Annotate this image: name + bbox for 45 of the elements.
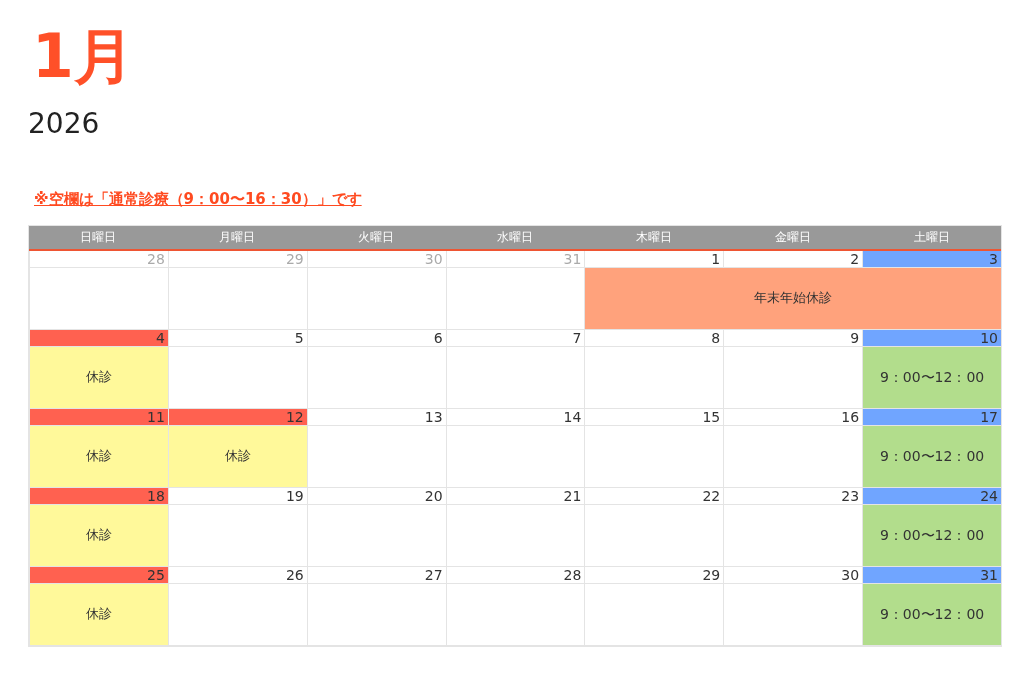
day-number: 28 bbox=[445, 566, 585, 584]
event-cell: 9：00〜12：00 bbox=[862, 425, 1001, 488]
day-number: 30 bbox=[306, 250, 446, 268]
day-number: 21 bbox=[445, 487, 585, 505]
day-number: 5 bbox=[167, 329, 307, 347]
day-number: 14 bbox=[445, 408, 585, 426]
day-number: 8 bbox=[584, 329, 724, 347]
day-number: 27 bbox=[306, 566, 446, 584]
month-title: 1月 bbox=[32, 26, 134, 86]
day-number: 16 bbox=[723, 408, 863, 426]
weekday-label: 月曜日 bbox=[218, 228, 257, 246]
weekday-label: 日曜日 bbox=[79, 228, 118, 246]
day-number: 22 bbox=[584, 487, 724, 505]
day-number: 19 bbox=[167, 487, 307, 505]
event-cell: 9：00〜12：00 bbox=[862, 346, 1001, 409]
day-number: 15 bbox=[584, 408, 724, 426]
weekday-label: 水曜日 bbox=[496, 228, 534, 246]
day-number: 28 bbox=[29, 250, 168, 268]
weekday-label: 火曜日 bbox=[357, 228, 396, 246]
day-number: 7 bbox=[445, 329, 585, 347]
day-number: 26 bbox=[167, 566, 307, 584]
day-number: 20 bbox=[306, 487, 446, 505]
day-number: 30 bbox=[723, 566, 863, 584]
day-number: 29 bbox=[167, 250, 307, 268]
event-cell: 休診 bbox=[29, 425, 168, 488]
day-number: 9 bbox=[723, 329, 863, 347]
day-number: 23 bbox=[723, 487, 863, 505]
event-cell: 休診 bbox=[29, 504, 168, 567]
year-title: 2026 bbox=[28, 110, 100, 138]
event-cell: 9：00〜12：00 bbox=[862, 504, 1001, 567]
day-number: 2 bbox=[723, 250, 863, 268]
event-cell: 9：00〜12：00 bbox=[862, 583, 1001, 646]
day-number: 6 bbox=[306, 329, 446, 347]
event-cell: 年末年始休診 bbox=[584, 267, 1001, 330]
event-cell: 休診 bbox=[29, 583, 168, 646]
day-number: 13 bbox=[306, 408, 446, 426]
day-number: 1 bbox=[584, 250, 724, 268]
day-number: 31 bbox=[445, 250, 585, 268]
notice-text: ※空欄は「通常診療（9：00〜16：30）」です bbox=[34, 189, 362, 210]
day-number: 29 bbox=[584, 566, 724, 584]
event-cell: 休診 bbox=[167, 425, 307, 488]
weekday-label: 木曜日 bbox=[634, 228, 673, 246]
event-cell: 休診 bbox=[29, 346, 168, 409]
weekday-label: 土曜日 bbox=[912, 228, 951, 246]
weekday-label: 金曜日 bbox=[773, 228, 812, 246]
